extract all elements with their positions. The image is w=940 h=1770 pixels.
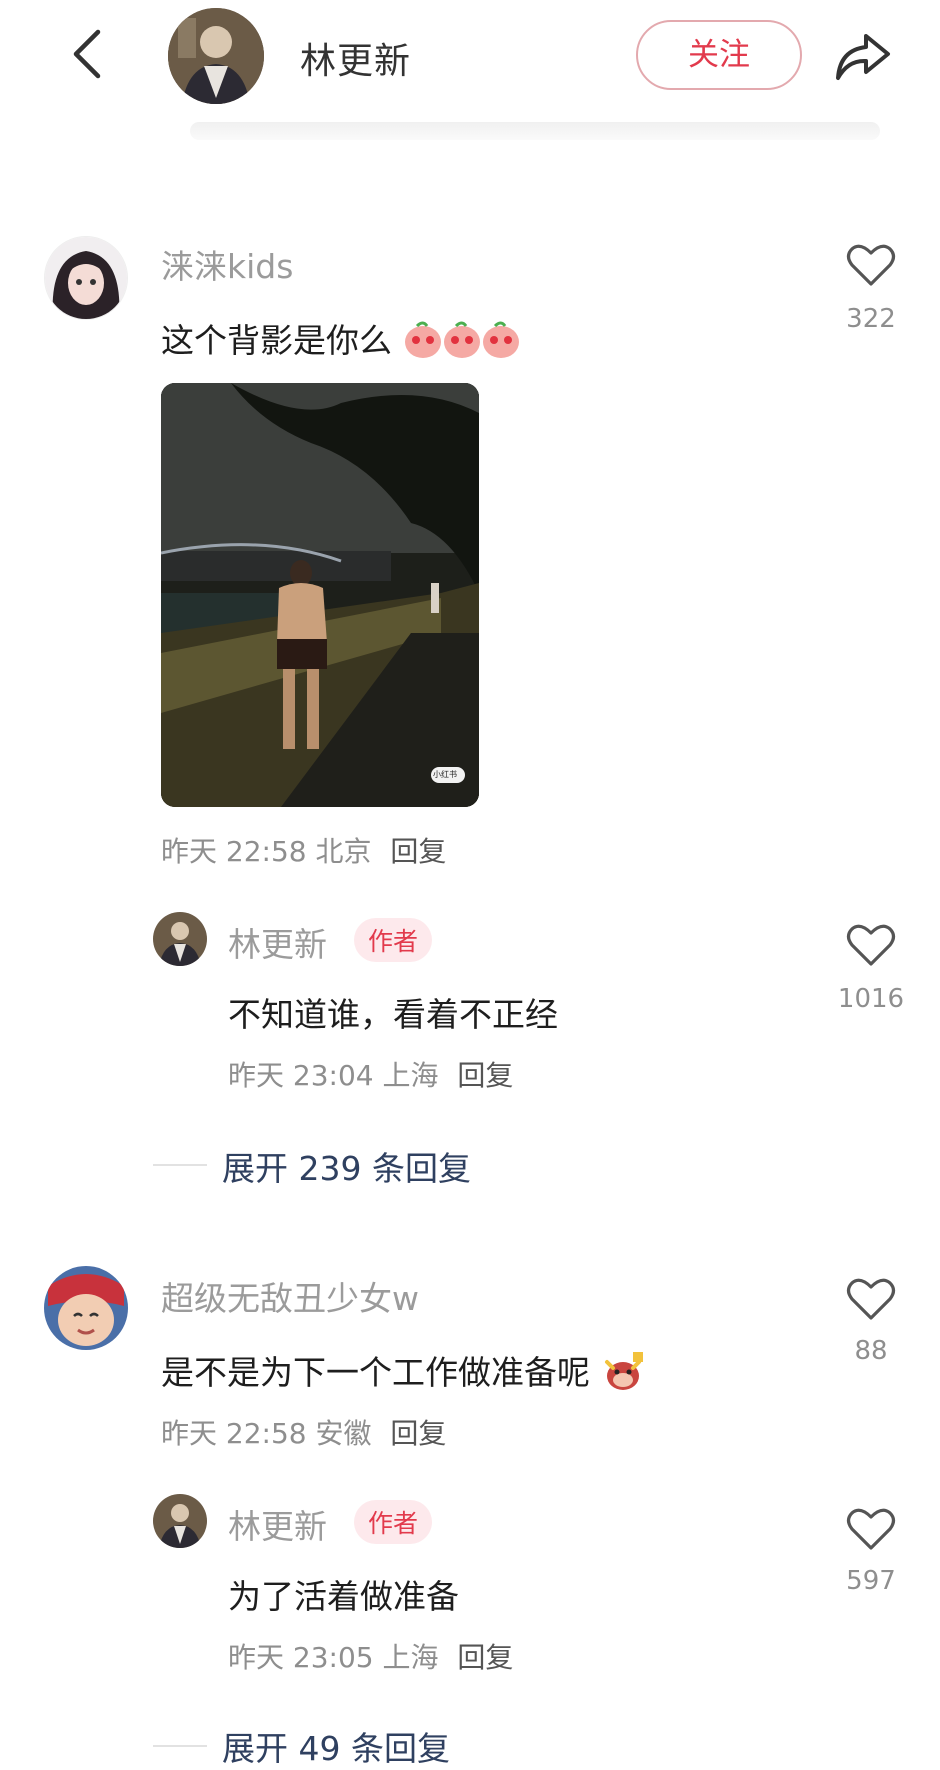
comment-text: 是不是为下一个工作做准备呢 — [161, 1346, 645, 1394]
like-button[interactable] — [846, 922, 896, 972]
like-count: 1016 — [837, 984, 905, 1014]
chevron-left-icon — [73, 29, 101, 79]
like-button[interactable] — [846, 242, 896, 292]
heart-icon — [846, 244, 896, 286]
heart-icon — [846, 924, 896, 966]
comment-photo[interactable]: 小红书 — [161, 383, 479, 807]
expand-divider — [153, 1164, 207, 1166]
like-button[interactable] — [846, 1506, 896, 1556]
author-badge: 作者 — [354, 1500, 433, 1544]
expand-divider — [153, 1745, 207, 1747]
expand-replies-button[interactable]: 展开 49 条回复 — [222, 1722, 450, 1770]
like-button[interactable] — [846, 1276, 896, 1326]
heart-icon — [846, 1508, 896, 1550]
like-count: 597 — [846, 1566, 896, 1596]
reply-author-name[interactable]: 林更新 — [228, 918, 327, 966]
reply-author-name[interactable]: 林更新 — [228, 1500, 327, 1548]
comment-meta: 昨天 22:58 北京 回复 — [161, 835, 447, 868]
ox-mascot-emoji — [601, 1352, 645, 1392]
commenter-name[interactable]: 超级无敌丑少女w — [161, 1272, 419, 1320]
header-divider — [190, 122, 880, 140]
reply-text: 不知道谁，看着不正经 — [228, 995, 558, 1034]
reply-button[interactable]: 回复 — [457, 1059, 513, 1092]
author-reply-avatar[interactable] — [153, 912, 207, 966]
reply-button[interactable]: 回复 — [457, 1641, 513, 1674]
author-reply-avatar[interactable] — [153, 1494, 207, 1548]
reply-text: 为了活着做准备 — [228, 1577, 459, 1616]
commenter-name[interactable]: 涞涞kids — [161, 240, 293, 288]
author-badge: 作者 — [354, 918, 433, 962]
share-arrow-icon — [836, 34, 890, 80]
like-count: 88 — [854, 1336, 888, 1366]
like-count: 322 — [846, 304, 896, 334]
reply-button[interactable]: 回复 — [390, 1417, 446, 1450]
photo-watermark: 小红书 — [433, 770, 457, 779]
reply-meta: 昨天 23:05 上海 回复 — [228, 1641, 514, 1674]
reply-meta: 昨天 23:04 上海 回复 — [228, 1059, 514, 1092]
heart-eyes-peach-emoji — [403, 321, 521, 360]
author-avatar[interactable] — [168, 8, 264, 104]
author-name[interactable]: 林更新 — [300, 32, 411, 84]
heart-icon — [846, 1278, 896, 1320]
comment-meta: 昨天 22:58 安徽 回复 — [161, 1417, 447, 1450]
reply-button[interactable]: 回复 — [390, 835, 446, 868]
comment-text: 这个背影是你么 — [161, 314, 521, 362]
follow-button[interactable]: 关注 — [636, 20, 802, 90]
share-button[interactable] — [832, 28, 894, 84]
commenter-avatar[interactable] — [44, 236, 128, 320]
expand-replies-button[interactable]: 展开 239 条回复 — [222, 1142, 471, 1190]
back-button[interactable] — [66, 26, 110, 82]
commenter-avatar[interactable] — [44, 1266, 128, 1350]
